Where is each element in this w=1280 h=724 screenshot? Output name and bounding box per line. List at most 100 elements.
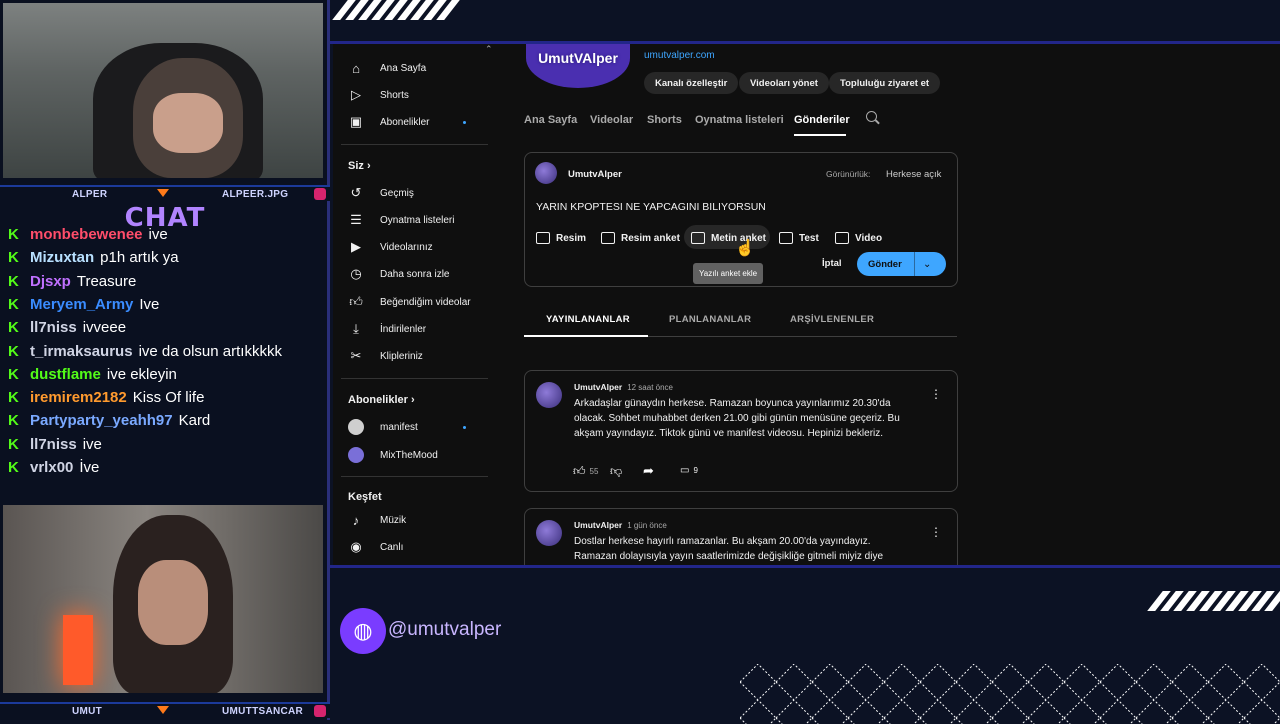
visibility-select[interactable]: Herkese açık [886,169,941,180]
cam-top-name-left: ALPER [72,188,108,200]
composer-text[interactable]: YARIN KPOPTESI NE YAPCAGINI BILIYORSUN [536,201,766,213]
chat-message: Kll7niss ive [8,436,102,453]
post-meta: UmutvAlper 12 saat önce [574,382,673,392]
like-button[interactable]: 👍︎ 55 [573,464,598,479]
channel-link[interactable]: umutvalper.com [644,50,715,61]
manage-videos-button[interactable]: Videoları yönet [739,72,829,94]
instagram-icon [314,188,326,200]
instagram-icon [314,705,326,717]
sidebar-item-liked[interactable]: 👍︎ Beğendiğim videolar [348,294,470,310]
kick-icon: K [8,435,19,453]
avatar [536,382,562,408]
cam-top-namebar: ALPER ALPEER.JPG [0,185,330,201]
kick-icon: K [8,389,19,407]
sidebar-item-shorts[interactable]: ▷ Shorts [348,87,409,103]
sidebar-item-watch-later[interactable]: ◷ Daha sonra izle [348,266,449,282]
playlist-icon: ☰ [350,212,362,227]
tab-published[interactable]: YAYINLANANLAR [546,314,630,325]
chat-username: ll7niss [30,319,77,337]
chat-text: İve [79,459,100,476]
submit-button[interactable]: Gönder ⌄ [857,252,946,276]
clock-icon: ◷ [350,266,362,281]
add-video-button[interactable]: Video [835,232,882,244]
search-icon[interactable] [866,111,880,125]
chat-list: Kmonbebewenee ive K Mizuxtan p1h artık ya K Dj… [0,228,330,496]
webcam-top [3,3,323,178]
explore-header: Keşfet [348,491,382,503]
cam-top-name-right: ALPEER.JPG [222,188,289,200]
sidebar-item-your-videos[interactable]: ▶ Videolarınız [348,239,433,255]
sidebar-sub-mixthemood[interactable]: MixTheMood [348,447,438,463]
scroll-up-icon[interactable]: ⌃ [485,44,493,55]
tab-videos[interactable]: Videolar [590,114,633,126]
triangle-icon [157,189,169,197]
chevron-down-icon[interactable]: ⌄ [923,259,931,270]
scissors-icon: ✂ [350,348,362,363]
chat-username: iremirem2182 [30,389,127,407]
tab-shorts[interactable]: Shorts [647,114,682,126]
add-image-button[interactable]: Resim [536,232,586,244]
sidebar-item-music[interactable]: ♪ Müzik [348,512,406,528]
chat-text: p1h artık ya [100,249,179,267]
channel-logo[interactable]: UmutVAlper [526,44,630,88]
chat-message: K Djsxp Treasure [8,273,136,290]
chevron-right-icon: › [410,394,415,406]
visit-community-button[interactable]: Topluluğu ziyaret et [829,72,941,94]
tab-archived[interactable]: ARŞİVLENENLER [790,314,874,325]
sidebar-item-subscriptions[interactable]: ▣ Abonelikler [348,114,430,130]
sidebar-item-home[interactable]: ⌂ Ana Sayfa [348,60,426,76]
image-icon [536,232,550,244]
sidebar-item-clips[interactable]: ✂ Klipleriniz [348,348,423,364]
tab-home[interactable]: Ana Sayfa [524,114,577,126]
chat-username: Djsxp [30,272,71,290]
subscriptions-header[interactable]: Abonelikler › [348,394,415,406]
video-icon [835,232,849,244]
sidebar-item-playlists[interactable]: ☰ Oynatma listeleri [348,212,454,228]
thumbs-down-icon[interactable]: 👎︎ [610,464,622,479]
comments-button[interactable]: ▭ 9 [680,465,698,476]
channel-avatar [348,419,364,435]
diamond-pattern [740,664,1280,724]
sidebar: ⌃ ⌂ Ana Sayfa ▷ Shorts ▣ Abonelikler Siz › … [333,44,493,565]
customize-channel-button[interactable]: Kanalı özelleştir [644,72,739,94]
overlay-top-bar [330,0,1280,44]
sidebar-item-downloads[interactable]: ⤓ İndirilenler [348,321,426,337]
kick-icon: K [8,412,19,430]
active-tab-underline [524,335,648,337]
youtube-window: ⌃ ⌂ Ana Sayfa ▷ Shorts ▣ Abonelikler Siz › … [333,44,1280,565]
globe-icon: ◍ [340,608,386,654]
tab-playlists[interactable]: Oynatma listeleri [695,114,784,126]
add-image-poll-button[interactable]: Resim anket [601,232,680,244]
chat-username: monbebewenee [30,228,143,243]
stripe-decoration [1147,591,1280,611]
chat-text: ivveee [82,319,127,337]
add-quiz-button[interactable]: Test [779,232,819,244]
composer-author: UmutvAlper [568,169,622,180]
checkbox-icon [779,232,793,244]
post-text: Dostlar herkese hayırlı ramazanlar. Bu a… [574,536,884,562]
divider [341,144,488,145]
siz-header[interactable]: Siz › [348,160,371,172]
chat-message: Kvrlx00 İve [8,459,99,476]
chat-message: Kmonbebewenee ive [8,228,168,243]
text-poll-icon [691,232,705,244]
chat-message: K Meryem_Army Ive [8,296,159,313]
cancel-button[interactable]: İptal [822,258,842,269]
share-icon[interactable]: ➦ [643,463,654,479]
tab-scheduled[interactable]: PLANLANANLAR [669,314,751,325]
sidebar-item-history[interactable]: ↺ Geçmiş [348,185,414,201]
chevron-right-icon: › [366,160,371,172]
sidebar-sub-manifest[interactable]: manifest [348,419,418,435]
kick-icon: K [8,272,19,290]
chat-message: K Partyparty_yeahh97 Kard [8,412,210,429]
chat-text: ive [82,435,102,453]
sidebar-item-live[interactable]: ◉ Canlı [348,539,403,555]
kick-icon: K [8,249,19,267]
more-options-icon[interactable]: ⋮ [930,525,942,539]
lamp [63,615,93,685]
more-options-icon[interactable]: ⋮ [930,387,942,401]
download-icon: ⤓ [353,321,359,336]
tab-posts[interactable]: Gönderiler [794,114,850,126]
chat-text: Kiss Of life [132,389,205,407]
webcam-bottom [3,505,323,693]
